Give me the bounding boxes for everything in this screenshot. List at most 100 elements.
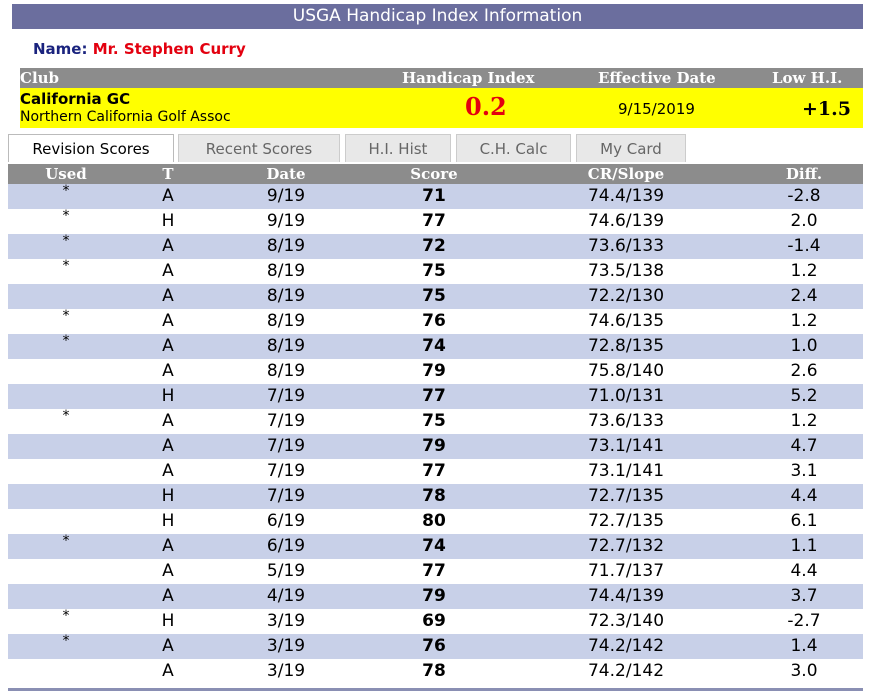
round-date: 7/19	[266, 411, 306, 431]
score-column-header: Score	[410, 165, 458, 183]
round-score: 71	[422, 186, 446, 206]
round-type: A	[162, 561, 174, 581]
course-rating-slope: 72.8/135	[587, 336, 665, 356]
round-date: 7/19	[266, 386, 306, 406]
effective-date-value: 9/15/2019	[618, 100, 695, 118]
tab-hi-hist[interactable]: H.I. Hist	[345, 134, 451, 162]
round-type: A	[162, 311, 174, 331]
course-rating-slope: 72.7/132	[587, 536, 665, 556]
differential: -2.7	[787, 611, 821, 631]
round-date: 8/19	[266, 261, 306, 281]
table-row: * A 8/19 76 74.6/135 1.2	[8, 308, 863, 334]
tab-ch-calc[interactable]: C.H. Calc	[456, 134, 571, 162]
diff-column-header: Diff.	[785, 165, 823, 183]
differential: 4.7	[790, 436, 818, 456]
table-row: H 7/19 77 71.0/131 5.2	[8, 384, 863, 409]
round-score: 77	[422, 211, 446, 231]
round-date: 6/19	[266, 536, 306, 556]
round-type: H	[161, 211, 175, 231]
differential: 2.4	[790, 286, 818, 306]
differential: 3.1	[790, 461, 818, 481]
player-name: Mr. Stephen Curry	[92, 40, 246, 58]
tab-recent-scores[interactable]: Recent Scores	[178, 134, 340, 162]
table-row: * A 7/19 75 73.6/133 1.2	[8, 408, 863, 434]
course-rating-slope: 73.6/133	[587, 411, 665, 431]
round-score: 75	[422, 286, 446, 306]
round-date: 9/19	[266, 211, 306, 231]
course-rating-slope: 73.1/141	[587, 436, 665, 456]
course-rating-slope: 71.7/137	[587, 561, 665, 581]
table-bottom-border	[8, 688, 863, 691]
round-type: A	[162, 536, 174, 556]
round-date: 7/19	[266, 461, 306, 481]
differential: 1.2	[790, 261, 818, 281]
table-row: H 6/19 80 72.7/135 6.1	[8, 509, 863, 534]
round-score: 79	[422, 436, 446, 456]
tab-my-card[interactable]: My Card	[576, 134, 686, 162]
used-marker: *	[62, 533, 70, 549]
round-date: 7/19	[266, 486, 306, 506]
tab-revision-scores[interactable]: Revision Scores	[8, 134, 174, 162]
round-type: A	[162, 411, 174, 431]
differential: 4.4	[790, 486, 818, 506]
club-info-panel: California GC Northern California Golf A…	[20, 88, 863, 128]
round-type: A	[162, 336, 174, 356]
club-header-bar: Club Handicap Index Effective Date Low H…	[20, 68, 863, 88]
low-hi-value: +1.5	[802, 98, 851, 120]
round-score: 74	[422, 336, 446, 356]
round-type: A	[162, 286, 174, 306]
differential: 4.4	[790, 561, 818, 581]
round-type: A	[162, 661, 174, 681]
round-score: 77	[422, 461, 446, 481]
club-association: Northern California Golf Assoc	[20, 109, 231, 125]
table-row: A 8/19 75 72.2/130 2.4	[8, 284, 863, 309]
round-score: 75	[422, 411, 446, 431]
table-row: H 7/19 78 72.7/135 4.4	[8, 484, 863, 509]
round-score: 76	[422, 636, 446, 656]
course-rating-slope: 74.4/139	[587, 586, 665, 606]
used-marker: *	[62, 608, 70, 624]
table-row: A 7/19 79 73.1/141 4.7	[8, 434, 863, 459]
course-rating-slope: 71.0/131	[587, 386, 665, 406]
course-rating-slope: 72.3/140	[587, 611, 665, 631]
course-rating-slope: 74.6/139	[587, 211, 665, 231]
handicap-index-value: 0.2	[465, 92, 507, 121]
round-score: 76	[422, 311, 446, 331]
table-row: * A 8/19 72 73.6/133 -1.4	[8, 233, 863, 259]
differential: 1.4	[790, 636, 818, 656]
course-rating-slope: 74.2/142	[587, 661, 665, 681]
differential: 1.2	[790, 311, 818, 331]
round-date: 5/19	[266, 561, 306, 581]
table-row: A 3/19 78 74.2/142 3.0	[8, 659, 863, 684]
round-type: A	[162, 586, 174, 606]
page-title: USGA Handicap Index Information	[12, 4, 863, 29]
round-score: 79	[422, 586, 446, 606]
used-marker: *	[62, 408, 70, 424]
round-date: 8/19	[266, 236, 306, 256]
course-rating-slope: 74.6/135	[587, 311, 665, 331]
table-header: Used T Date Score CR/Slope Diff.	[8, 164, 863, 184]
differential: 3.0	[790, 661, 818, 681]
used-marker: *	[62, 183, 70, 199]
table-row: * A 8/19 75 73.5/138 1.2	[8, 258, 863, 284]
round-type: A	[162, 461, 174, 481]
course-rating-slope: 72.2/130	[587, 286, 665, 306]
used-marker: *	[62, 333, 70, 349]
table-row: * H 9/19 77 74.6/139 2.0	[8, 208, 863, 234]
club-column-header: Club	[20, 69, 60, 87]
round-type: A	[162, 361, 174, 381]
round-date: 9/19	[266, 186, 306, 206]
differential: 1.2	[790, 411, 818, 431]
table-row: * H 3/19 69 72.3/140 -2.7	[8, 608, 863, 634]
round-score: 74	[422, 536, 446, 556]
round-date: 8/19	[266, 286, 306, 306]
date-column-header: Date	[266, 165, 306, 183]
used-marker: *	[62, 308, 70, 324]
low-hi-column-header: Low H.I.	[772, 69, 843, 87]
differential: 2.0	[790, 211, 818, 231]
round-type: H	[161, 386, 175, 406]
round-type: A	[162, 436, 174, 456]
course-rating-slope: 74.4/139	[587, 186, 665, 206]
table-row: * A 8/19 74 72.8/135 1.0	[8, 333, 863, 359]
round-date: 3/19	[266, 611, 306, 631]
